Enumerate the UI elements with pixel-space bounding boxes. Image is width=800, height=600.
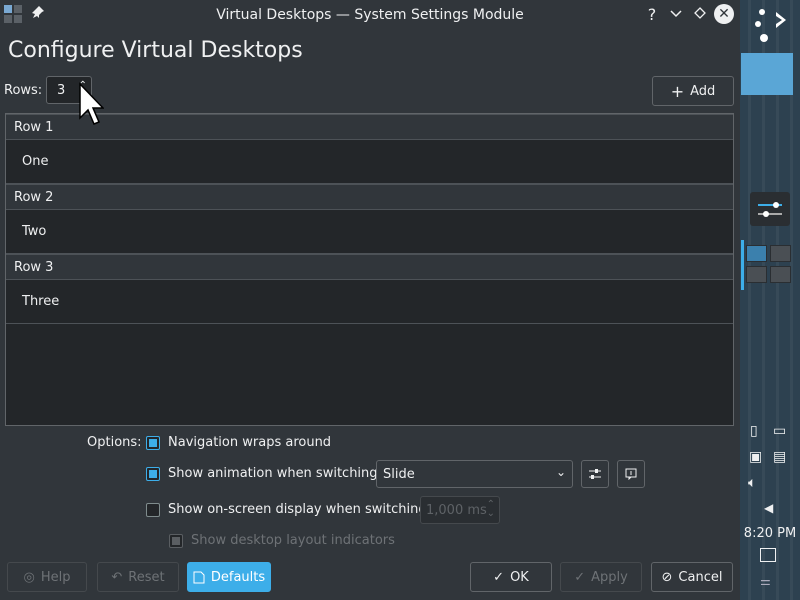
system-settings-icon[interactable] xyxy=(750,192,790,226)
undo-icon: ↶ xyxy=(111,569,123,585)
animation-info-button[interactable] xyxy=(617,460,645,488)
options-label: Options: xyxy=(87,435,142,450)
panel-settings-icon[interactable]: ⚌ xyxy=(760,574,771,588)
osd-duration-spinbox: 1,000 ms ⌃ ⌄ xyxy=(420,496,500,524)
desktop-item[interactable]: Two xyxy=(6,210,733,254)
navigation-wraps-checkbox[interactable] xyxy=(146,436,160,450)
row-header: Row 2 xyxy=(6,184,733,210)
info-icon xyxy=(625,468,637,480)
cancel-button[interactable]: ⊘ Cancel xyxy=(651,562,733,592)
display-icon[interactable]: ▤ xyxy=(773,449,786,465)
check-icon: ✓ xyxy=(574,569,586,585)
row-header-label: Row 2 xyxy=(14,190,54,205)
defaults-button-label: Defaults xyxy=(210,569,266,585)
launcher-icon[interactable] xyxy=(750,6,790,46)
chevron-down-icon: ⌄ xyxy=(555,465,566,479)
show-animation-checkbox[interactable] xyxy=(146,467,160,481)
reset-button-label: Reset xyxy=(128,569,165,585)
show-osd-checkbox[interactable] xyxy=(146,503,160,517)
row-header-label: Row 3 xyxy=(14,260,54,275)
page-title: Configure Virtual Desktops xyxy=(8,38,303,63)
rows-label: Rows: xyxy=(4,83,43,98)
clock[interactable]: 8:20 PM xyxy=(741,526,799,541)
desktop-name[interactable]: One xyxy=(22,154,48,169)
reset-button: ↶ Reset xyxy=(97,562,179,592)
show-osd-label[interactable]: Show on-screen display when switching: xyxy=(168,502,431,517)
cancel-icon: ⊘ xyxy=(661,569,673,585)
expand-tray-icon[interactable]: ◀ xyxy=(764,501,773,515)
active-indicator xyxy=(741,240,744,290)
pager-desktop[interactable] xyxy=(770,245,791,262)
apply-button: ✓ Apply xyxy=(560,562,642,592)
sliders-icon xyxy=(589,469,601,479)
add-button-label: Add xyxy=(690,83,716,99)
mouse-cursor-icon xyxy=(79,82,104,125)
navigation-wraps-label[interactable]: Navigation wraps around xyxy=(168,435,331,450)
apply-button-label: Apply xyxy=(591,569,628,585)
defaults-button[interactable]: Defaults xyxy=(187,562,271,592)
show-animation-label[interactable]: Show animation when switching: xyxy=(168,466,382,481)
task-window-thumbnail[interactable] xyxy=(741,53,793,95)
show-layout-label: Show desktop layout indicators xyxy=(191,533,395,548)
desktop-item[interactable]: One xyxy=(6,140,733,184)
minimize-icon[interactable] xyxy=(666,5,686,25)
spin-arrows-icon: ⌃ ⌄ xyxy=(486,499,495,519)
close-icon[interactable]: ✕ xyxy=(714,4,734,24)
usb-icon[interactable]: ▯ xyxy=(750,423,758,439)
check-icon: ✓ xyxy=(493,569,505,585)
animation-select-value: Slide xyxy=(383,467,415,482)
ok-button-label: OK xyxy=(510,569,529,585)
animation-select[interactable]: Slide ⌄ xyxy=(376,460,573,488)
rows-value: 3 xyxy=(57,83,66,98)
volume-icon[interactable]: 🔈︎ xyxy=(748,475,756,491)
add-button[interactable]: + Add xyxy=(652,76,734,106)
help-icon[interactable]: ? xyxy=(642,5,662,25)
help-button-label: Help xyxy=(40,569,71,585)
desktop-name[interactable]: Three xyxy=(22,294,59,309)
show-layout-checkbox xyxy=(169,534,183,548)
document-icon xyxy=(193,571,205,583)
pager-desktop[interactable] xyxy=(770,266,791,283)
clipboard-icon[interactable]: ▣ xyxy=(749,449,762,465)
osd-duration-value: 1,000 ms xyxy=(426,503,487,518)
row-header: Row 3 xyxy=(6,254,733,280)
desktop-item[interactable]: Three xyxy=(6,280,733,324)
plus-icon: + xyxy=(670,81,685,101)
desktop-name[interactable]: Two xyxy=(22,224,46,239)
window-title: Virtual Desktops — System Settings Modul… xyxy=(216,7,524,23)
row-header-label: Row 1 xyxy=(14,120,54,135)
keep-above-icon[interactable] xyxy=(690,5,710,25)
desktop-list[interactable]: Row 1 One Row 2 Two Row 3 Three xyxy=(5,113,734,426)
help-button: ◎ Help xyxy=(7,562,87,592)
pager-desktop[interactable] xyxy=(746,245,767,262)
lifebuoy-icon: ◎ xyxy=(23,569,35,585)
network-icon[interactable]: ▭ xyxy=(773,423,786,439)
ok-button[interactable]: ✓ OK xyxy=(470,562,552,592)
title-bar: Virtual Desktops — System Settings Modul… xyxy=(0,0,740,29)
show-desktop-icon[interactable] xyxy=(760,548,776,562)
row-header: Row 1 xyxy=(6,114,733,140)
cancel-button-label: Cancel xyxy=(678,569,723,585)
animation-settings-button[interactable] xyxy=(581,460,609,488)
pager-desktop[interactable] xyxy=(746,266,767,283)
